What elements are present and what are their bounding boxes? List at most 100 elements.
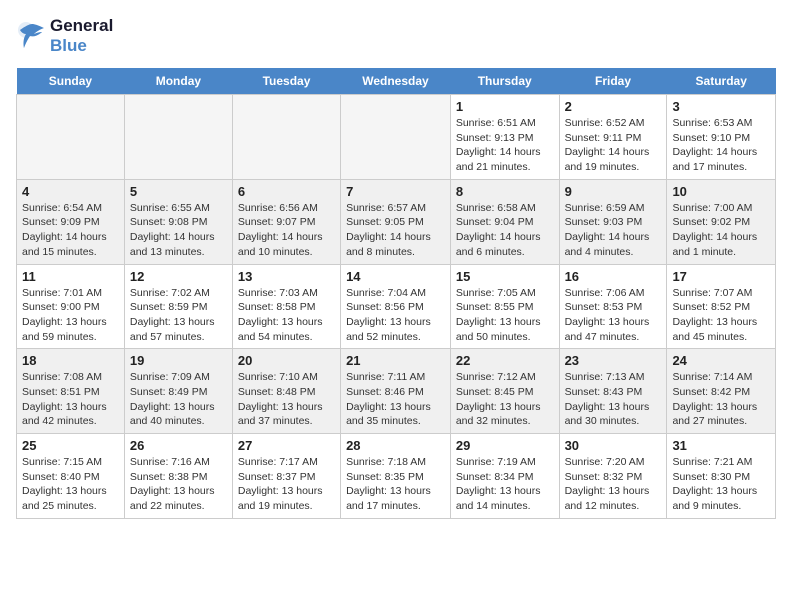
day-info: Sunrise: 7:21 AM Sunset: 8:30 PM Dayligh… (672, 455, 770, 514)
calendar-cell: 18 Sunrise: 7:08 AM Sunset: 8:51 PM Dayli… (17, 349, 125, 434)
day-number: 9 (565, 184, 662, 199)
day-info: Sunrise: 6:52 AM Sunset: 9:11 PM Dayligh… (565, 116, 662, 175)
day-info: Sunrise: 7:02 AM Sunset: 8:59 PM Dayligh… (130, 286, 227, 345)
logo-general: General (50, 16, 113, 35)
calendar-cell: 22 Sunrise: 7:12 AM Sunset: 8:45 PM Dayli… (450, 349, 559, 434)
calendar-cell (17, 95, 125, 180)
calendar-cell (341, 95, 451, 180)
day-number: 3 (672, 99, 770, 114)
day-info: Sunrise: 6:58 AM Sunset: 9:04 PM Dayligh… (456, 201, 554, 260)
day-number: 27 (238, 438, 335, 453)
calendar-week-row: 11 Sunrise: 7:01 AM Sunset: 9:00 PM Dayli… (17, 264, 776, 349)
calendar-cell: 8 Sunrise: 6:58 AM Sunset: 9:04 PM Daylig… (450, 179, 559, 264)
calendar-cell: 30 Sunrise: 7:20 AM Sunset: 8:32 PM Dayli… (559, 434, 667, 519)
day-info: Sunrise: 6:57 AM Sunset: 9:05 PM Dayligh… (346, 201, 445, 260)
calendar-cell: 16 Sunrise: 7:06 AM Sunset: 8:53 PM Dayli… (559, 264, 667, 349)
day-number: 18 (22, 353, 119, 368)
day-info: Sunrise: 6:54 AM Sunset: 9:09 PM Dayligh… (22, 201, 119, 260)
calendar-week-row: 18 Sunrise: 7:08 AM Sunset: 8:51 PM Dayli… (17, 349, 776, 434)
day-number: 14 (346, 269, 445, 284)
calendar-cell: 11 Sunrise: 7:01 AM Sunset: 9:00 PM Dayli… (17, 264, 125, 349)
day-info: Sunrise: 7:14 AM Sunset: 8:42 PM Dayligh… (672, 370, 770, 429)
day-info: Sunrise: 7:12 AM Sunset: 8:45 PM Dayligh… (456, 370, 554, 429)
day-number: 4 (22, 184, 119, 199)
day-number: 22 (456, 353, 554, 368)
day-info: Sunrise: 7:11 AM Sunset: 8:46 PM Dayligh… (346, 370, 445, 429)
calendar-cell: 12 Sunrise: 7:02 AM Sunset: 8:59 PM Dayli… (124, 264, 232, 349)
day-info: Sunrise: 7:07 AM Sunset: 8:52 PM Dayligh… (672, 286, 770, 345)
calendar-cell: 14Sunrise: 7:04 AM Sunset: 8:56 PM Dayli… (341, 264, 451, 349)
calendar-cell: 5 Sunrise: 6:55 AM Sunset: 9:08 PM Daylig… (124, 179, 232, 264)
weekday-header-friday: Friday (559, 68, 667, 95)
day-number: 20 (238, 353, 335, 368)
calendar-table: SundayMondayTuesdayWednesdayThursdayFrid… (16, 68, 776, 519)
day-number: 15 (456, 269, 554, 284)
day-info: Sunrise: 7:03 AM Sunset: 8:58 PM Dayligh… (238, 286, 335, 345)
calendar-cell (124, 95, 232, 180)
day-info: Sunrise: 6:53 AM Sunset: 9:10 PM Dayligh… (672, 116, 770, 175)
day-number: 17 (672, 269, 770, 284)
day-number: 10 (672, 184, 770, 199)
calendar-cell: 2 Sunrise: 6:52 AM Sunset: 9:11 PM Daylig… (559, 95, 667, 180)
day-info: Sunrise: 6:55 AM Sunset: 9:08 PM Dayligh… (130, 201, 227, 260)
day-number: 31 (672, 438, 770, 453)
weekday-header-row: SundayMondayTuesdayWednesdayThursdayFrid… (17, 68, 776, 95)
day-info: Sunrise: 7:13 AM Sunset: 8:43 PM Dayligh… (565, 370, 662, 429)
weekday-header-tuesday: Tuesday (232, 68, 340, 95)
day-info: Sunrise: 7:15 AM Sunset: 8:40 PM Dayligh… (22, 455, 119, 514)
day-info: Sunrise: 7:00 AM Sunset: 9:02 PM Dayligh… (672, 201, 770, 260)
day-number: 2 (565, 99, 662, 114)
logo: General Blue (16, 16, 113, 56)
day-info: Sunrise: 7:01 AM Sunset: 9:00 PM Dayligh… (22, 286, 119, 345)
day-number: 21 (346, 353, 445, 368)
day-number: 29 (456, 438, 554, 453)
day-info: Sunrise: 7:10 AM Sunset: 8:48 PM Dayligh… (238, 370, 335, 429)
day-number: 30 (565, 438, 662, 453)
day-number: 7 (346, 184, 445, 199)
calendar-cell: 15Sunrise: 7:05 AM Sunset: 8:55 PM Dayli… (450, 264, 559, 349)
day-number: 28 (346, 438, 445, 453)
day-info: Sunrise: 7:17 AM Sunset: 8:37 PM Dayligh… (238, 455, 335, 514)
calendar-cell: 4 Sunrise: 6:54 AM Sunset: 9:09 PM Daylig… (17, 179, 125, 264)
logo-bird-icon (16, 20, 48, 52)
weekday-header-sunday: Sunday (17, 68, 125, 95)
calendar-cell: 29 Sunrise: 7:19 AM Sunset: 8:34 PM Dayli… (450, 434, 559, 519)
day-info: Sunrise: 6:59 AM Sunset: 9:03 PM Dayligh… (565, 201, 662, 260)
day-number: 12 (130, 269, 227, 284)
calendar-week-row: 25Sunrise: 7:15 AM Sunset: 8:40 PM Dayli… (17, 434, 776, 519)
day-number: 16 (565, 269, 662, 284)
calendar-week-row: 1 Sunrise: 6:51 AM Sunset: 9:13 PM Daylig… (17, 95, 776, 180)
day-number: 5 (130, 184, 227, 199)
day-number: 13 (238, 269, 335, 284)
calendar-cell: 23 Sunrise: 7:13 AM Sunset: 8:43 PM Dayli… (559, 349, 667, 434)
day-info: Sunrise: 7:06 AM Sunset: 8:53 PM Dayligh… (565, 286, 662, 345)
weekday-header-thursday: Thursday (450, 68, 559, 95)
day-number: 26 (130, 438, 227, 453)
calendar-cell: 13 Sunrise: 7:03 AM Sunset: 8:58 PM Dayli… (232, 264, 340, 349)
day-number: 11 (22, 269, 119, 284)
calendar-cell: 25Sunrise: 7:15 AM Sunset: 8:40 PM Dayli… (17, 434, 125, 519)
day-number: 1 (456, 99, 554, 114)
calendar-cell: 24 Sunrise: 7:14 AM Sunset: 8:42 PM Dayli… (667, 349, 776, 434)
calendar-cell (232, 95, 340, 180)
day-info: Sunrise: 6:51 AM Sunset: 9:13 PM Dayligh… (456, 116, 554, 175)
calendar-cell: 10 Sunrise: 7:00 AM Sunset: 9:02 PM Dayli… (667, 179, 776, 264)
day-number: 8 (456, 184, 554, 199)
page-header: General Blue (16, 16, 776, 56)
calendar-cell: 19 Sunrise: 7:09 AM Sunset: 8:49 PM Dayli… (124, 349, 232, 434)
calendar-cell: 21 Sunrise: 7:11 AM Sunset: 8:46 PM Dayli… (341, 349, 451, 434)
calendar-cell: 26Sunrise: 7:16 AM Sunset: 8:38 PM Dayli… (124, 434, 232, 519)
calendar-cell: 6Sunrise: 6:56 AM Sunset: 9:07 PM Daylig… (232, 179, 340, 264)
calendar-cell: 20 Sunrise: 7:10 AM Sunset: 8:48 PM Dayli… (232, 349, 340, 434)
day-info: Sunrise: 7:09 AM Sunset: 8:49 PM Dayligh… (130, 370, 227, 429)
day-number: 19 (130, 353, 227, 368)
day-info: Sunrise: 7:08 AM Sunset: 8:51 PM Dayligh… (22, 370, 119, 429)
day-number: 24 (672, 353, 770, 368)
day-info: Sunrise: 7:19 AM Sunset: 8:34 PM Dayligh… (456, 455, 554, 514)
day-info: Sunrise: 7:20 AM Sunset: 8:32 PM Dayligh… (565, 455, 662, 514)
day-number: 23 (565, 353, 662, 368)
day-info: Sunrise: 6:56 AM Sunset: 9:07 PM Dayligh… (238, 201, 335, 260)
calendar-cell: 27 Sunrise: 7:17 AM Sunset: 8:37 PM Dayli… (232, 434, 340, 519)
weekday-header-saturday: Saturday (667, 68, 776, 95)
calendar-cell: 1 Sunrise: 6:51 AM Sunset: 9:13 PM Daylig… (450, 95, 559, 180)
